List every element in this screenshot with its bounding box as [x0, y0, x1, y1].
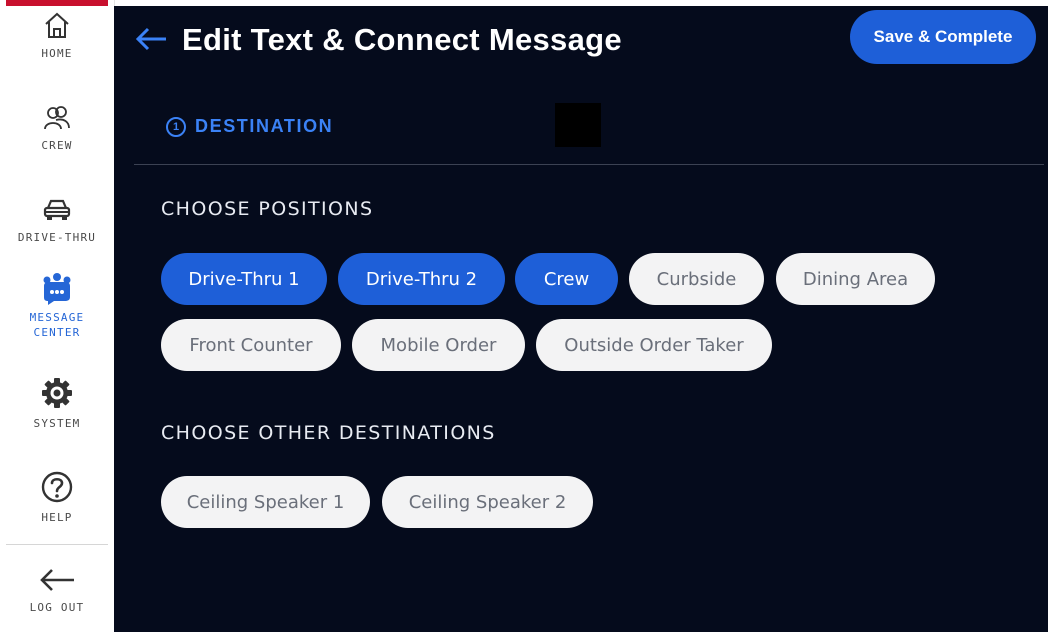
brand-strip	[6, 0, 108, 6]
sidebar: HOME CREW DRIVE-THRU MESSAGE CENTER SYST…	[0, 0, 115, 632]
chip-front-counter[interactable]: Front Counter	[161, 319, 341, 371]
chip-curbside[interactable]: Curbside	[629, 253, 764, 305]
step-label: DESTINATION	[195, 116, 334, 136]
nav-crew-label: CREW	[41, 139, 73, 152]
main-panel: Edit Text & Connect Message Save & Compl…	[114, 6, 1048, 632]
chip-mobile-order[interactable]: Mobile Order	[352, 319, 525, 371]
chip-dining-area[interactable]: Dining Area	[776, 253, 935, 305]
home-icon	[45, 12, 69, 38]
message-center-icon	[43, 273, 71, 305]
nav-drive-thru[interactable]: DRIVE-THRU	[0, 196, 114, 245]
nav-logout[interactable]: LOG OUT	[0, 566, 114, 615]
back-arrow-icon[interactable]	[134, 25, 168, 53]
chip-ceiling-speaker-1[interactable]: Ceiling Speaker 1	[161, 476, 370, 528]
redacted-box	[555, 103, 601, 147]
step-number: 1	[166, 116, 186, 137]
nav-system-label: SYSTEM	[33, 417, 81, 430]
nav-system[interactable]: SYSTEM	[0, 376, 114, 431]
save-complete-button[interactable]: Save & Complete	[850, 10, 1036, 64]
help-icon	[41, 471, 73, 503]
step-indicator: 1 DESTINATION	[166, 116, 333, 137]
nav-help-label: HELP	[41, 511, 73, 524]
nav-home[interactable]: HOME	[0, 10, 114, 61]
crew-icon	[44, 106, 70, 130]
page-title: Edit Text & Connect Message	[182, 22, 622, 57]
chip-drive-thru-1[interactable]: Drive-Thru 1	[161, 253, 327, 305]
nav-logout-label: LOG OUT	[29, 601, 85, 614]
chip-outside-order-taker[interactable]: Outside Order Taker	[536, 319, 772, 371]
nav-drive-thru-label: DRIVE-THRU	[17, 231, 97, 244]
nav-help[interactable]: HELP	[0, 470, 114, 525]
chip-ceiling-speaker-2[interactable]: Ceiling Speaker 2	[382, 476, 593, 528]
nav-crew[interactable]: CREW	[0, 104, 114, 153]
logout-arrow-icon	[40, 569, 74, 591]
chip-crew[interactable]: Crew	[515, 253, 618, 305]
gear-icon	[42, 378, 72, 408]
nav-message-center-label: MESSAGE CENTER	[29, 311, 85, 339]
car-icon	[43, 199, 71, 220]
positions-title: CHOOSE POSITIONS	[161, 198, 374, 220]
sidebar-divider	[6, 544, 108, 545]
nav-message-center[interactable]: MESSAGE CENTER	[0, 272, 114, 340]
nav-home-label: HOME	[41, 47, 73, 60]
chip-drive-thru-2[interactable]: Drive-Thru 2	[338, 253, 505, 305]
header-divider	[134, 164, 1044, 165]
other-destinations-title: CHOOSE OTHER DESTINATIONS	[161, 422, 496, 444]
